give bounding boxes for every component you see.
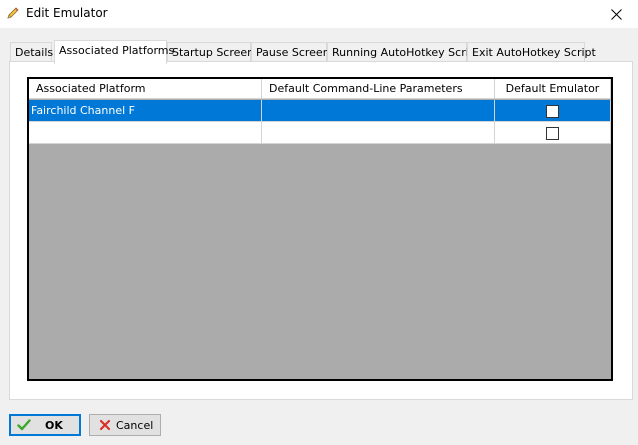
ok-button[interactable]: OK [9, 414, 81, 436]
table-row[interactable]: Fairchild Channel F [29, 100, 611, 122]
column-header-default-emulator[interactable]: Default Emulator [495, 79, 611, 99]
default-emulator-checkbox[interactable] [546, 126, 559, 140]
table-row[interactable] [29, 122, 611, 144]
tab-associated-platforms[interactable]: Associated Platforms [54, 40, 174, 64]
cell-command-line-parameters[interactable] [262, 122, 495, 144]
grid-header: Associated Platform Default Command-Line… [29, 79, 611, 99]
column-header-associated-platform[interactable]: Associated Platform [29, 79, 262, 99]
x-icon [99, 419, 111, 431]
ok-button-label: OK [45, 418, 63, 432]
tab-details[interactable]: Details [10, 42, 53, 62]
window-title: Edit Emulator [26, 6, 108, 20]
title-bar: Edit Emulator [0, 0, 638, 28]
pencil-icon [7, 7, 19, 19]
tab-pause-screen[interactable]: Pause Screen [251, 42, 330, 62]
cell-associated-platform[interactable] [29, 122, 262, 144]
checkmark-icon [17, 419, 31, 431]
tab-panel-associated-platforms: Associated Platform Default Command-Line… [9, 61, 633, 400]
column-header-default-command-line-parameters[interactable]: Default Command-Line Parameters [262, 79, 495, 99]
tab-running-autohotkey-script[interactable]: Running AutoHotkey Script [327, 42, 480, 62]
cell-default-emulator [495, 100, 611, 122]
cell-associated-platform[interactable]: Fairchild Channel F [29, 100, 262, 122]
close-button[interactable] [594, 0, 638, 28]
cell-default-emulator [495, 122, 611, 144]
platforms-grid[interactable]: Associated Platform Default Command-Line… [27, 77, 613, 381]
close-icon [610, 8, 622, 20]
cancel-button-label: Cancel [116, 418, 154, 432]
tab-exit-autohotkey-script[interactable]: Exit AutoHotkey Script [467, 42, 596, 62]
cancel-button[interactable]: Cancel [89, 414, 161, 436]
default-emulator-checkbox[interactable] [546, 104, 559, 118]
tab-startup-screen[interactable]: Startup Screen [167, 42, 254, 62]
cell-command-line-parameters[interactable] [262, 100, 495, 122]
